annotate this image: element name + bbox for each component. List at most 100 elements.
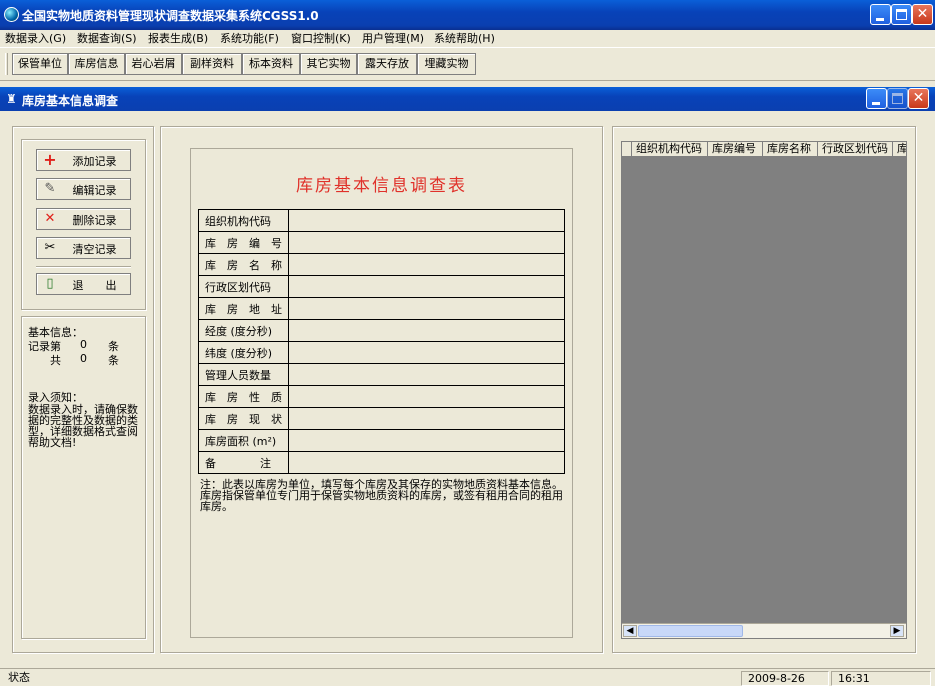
field-input-warehouse-name[interactable]	[288, 253, 565, 276]
status-label: 状态	[8, 671, 30, 684]
minimize-button[interactable]	[870, 4, 891, 25]
grid-header-org-code[interactable]: 组织机构代码	[632, 142, 708, 157]
field-input-status[interactable]	[288, 407, 565, 430]
delete-record-label: 删除记录	[72, 214, 117, 227]
add-record-label: 添加记录	[72, 155, 117, 168]
clear-record-label: 清空记录	[72, 243, 117, 256]
toolbar: 保管单位 库房信息 岩心岩屑 副样资料 标本资料 其它实物 露天存放 埋藏实物	[0, 47, 935, 81]
status-time: 16:31	[831, 671, 931, 686]
form-row: 库 房 性 质	[198, 385, 565, 408]
field-label-admin-code: 行政区划代码	[198, 275, 289, 298]
maximize-icon	[896, 9, 907, 20]
status-bar: 状态 2009-8-26 16:31	[0, 668, 935, 686]
plus-icon: +	[43, 150, 57, 169]
scroll-right-arrow-icon[interactable]: ▶	[890, 625, 904, 637]
add-record-button[interactable]: + 添加记录	[36, 149, 131, 171]
maximize-button[interactable]	[891, 4, 912, 25]
menu-system-function[interactable]: 系统功能(F)	[220, 30, 279, 47]
field-input-org-code[interactable]	[288, 209, 565, 232]
grid-header-more[interactable]: 库	[893, 142, 906, 157]
menu-bar: 数据录入(G) 数据查询(S) 报表生成(B) 系统功能(F) 窗口控制(K) …	[0, 30, 935, 47]
maximize-icon	[892, 93, 903, 104]
scroll-left-arrow-icon[interactable]: ◀	[623, 625, 637, 637]
horizontal-scrollbar[interactable]: ◀ ▶	[622, 623, 906, 638]
grid-corner	[622, 142, 632, 157]
record-number: 0	[80, 338, 87, 351]
menu-help[interactable]: 系统帮助(H)	[434, 30, 495, 47]
field-input-address[interactable]	[288, 297, 565, 320]
tab-buried-materials[interactable]: 埋藏实物	[417, 53, 476, 75]
grid-header-warehouse-no[interactable]: 库房编号	[708, 142, 763, 157]
field-label-latitude: 纬度 (度分秒)	[198, 341, 289, 364]
child-minimize-button[interactable]	[866, 88, 887, 109]
field-input-warehouse-no[interactable]	[288, 231, 565, 254]
field-label-remarks: 备 注	[198, 451, 289, 474]
total-unit: 条	[108, 354, 119, 367]
edit-record-label: 编辑记录	[72, 184, 117, 197]
close-button[interactable]: ✕	[912, 4, 933, 25]
toolbar-grip	[5, 53, 8, 75]
field-label-longitude: 经度 (度分秒)	[198, 319, 289, 342]
field-input-remarks[interactable]	[288, 451, 565, 474]
form-row: 备 注	[198, 451, 565, 474]
scissors-icon: ✂	[44, 240, 56, 255]
info-panel: 基本信息： 记录第 0 条 共 0 条 录入须知： 数据录入时，请确保数据的完整…	[21, 316, 146, 639]
window-title: 全国实物地质资料管理现状调查数据采集系统CGSS1.0	[22, 9, 319, 23]
records-grid[interactable]: 组织机构代码 库房编号 库房名称 行政区划代码 库 ◀ ▶	[621, 141, 907, 639]
field-label-area: 库房面积 (m²)	[198, 429, 289, 452]
grid-header-warehouse-name[interactable]: 库房名称	[763, 142, 818, 157]
minimize-icon	[876, 18, 884, 21]
warehouse-form: 库房基本信息调查表 组织机构代码 库 房 编 号 库 房 名 称 行政区划代码 …	[190, 148, 573, 638]
field-input-nature[interactable]	[288, 385, 565, 408]
tab-duplicate-samples[interactable]: 副样资料	[182, 53, 242, 75]
total-label: 共	[50, 354, 61, 367]
total-count: 0	[80, 352, 87, 365]
app-icon	[4, 7, 19, 22]
menu-report[interactable]: 报表生成(B)	[148, 30, 208, 47]
close-icon: ✕	[912, 90, 925, 106]
close-icon: ✕	[916, 6, 929, 22]
tab-custodian-unit[interactable]: 保管单位	[12, 53, 68, 75]
field-input-latitude[interactable]	[288, 341, 565, 364]
form-row: 库 房 地 址	[198, 297, 565, 320]
field-input-longitude[interactable]	[288, 319, 565, 342]
form-title: 库房基本信息调查表	[296, 176, 467, 196]
edit-record-button[interactable]: ✎ 编辑记录	[36, 178, 131, 200]
exit-label: 退 出	[72, 279, 117, 292]
field-label-status: 库 房 现 状	[198, 407, 289, 430]
form-row: 组织机构代码	[198, 209, 565, 232]
exit-button[interactable]: ▯ 退 出	[36, 273, 131, 295]
delete-record-button[interactable]: ✕ 删除记录	[36, 208, 131, 230]
tab-core-cuttings[interactable]: 岩心岩屑	[125, 53, 182, 75]
scroll-thumb[interactable]	[638, 625, 743, 637]
minimize-icon	[872, 102, 880, 105]
exit-door-icon: ▯	[46, 276, 54, 291]
tab-specimens[interactable]: 标本资料	[242, 53, 300, 75]
notice-text: 数据录入时，请确保数据的完整性及数据的类型，详细数据格式查阅帮助文档!	[28, 403, 138, 449]
field-label-org-code: 组织机构代码	[198, 209, 289, 232]
field-label-address: 库 房 地 址	[198, 297, 289, 320]
menu-data-query[interactable]: 数据查询(S)	[77, 30, 137, 47]
child-window-title-bar: ♜ 库房基本信息调查 ✕	[0, 87, 935, 111]
tab-warehouse-info[interactable]: 库房信息	[68, 53, 125, 75]
child-maximize-button[interactable]	[887, 88, 908, 109]
menu-user-management[interactable]: 用户管理(M)	[362, 30, 424, 47]
status-date: 2009-8-26	[741, 671, 829, 686]
form-note: 注：此表以库房为单位，填写每个库房及其保存的实物地质资料基本信息。库房指保管单位…	[200, 478, 563, 513]
field-input-admin-code[interactable]	[288, 275, 565, 298]
form-row: 库 房 编 号	[198, 231, 565, 254]
divider	[36, 266, 131, 268]
form-row: 纬度 (度分秒)	[198, 341, 565, 364]
tab-outdoor-storage[interactable]: 露天存放	[357, 53, 417, 75]
form-row: 库 房 名 称	[198, 253, 565, 276]
grid-header-admin-code[interactable]: 行政区划代码	[818, 142, 893, 157]
field-input-staff-count[interactable]	[288, 363, 565, 386]
menu-window-control[interactable]: 窗口控制(K)	[291, 30, 351, 47]
form-row: 库 房 现 状	[198, 407, 565, 430]
clear-record-button[interactable]: ✂ 清空记录	[36, 237, 131, 259]
tab-other-materials[interactable]: 其它实物	[300, 53, 357, 75]
form-row: 行政区划代码	[198, 275, 565, 298]
child-close-button[interactable]: ✕	[908, 88, 929, 109]
field-input-area[interactable]	[288, 429, 565, 452]
menu-data-entry[interactable]: 数据录入(G)	[5, 30, 66, 47]
